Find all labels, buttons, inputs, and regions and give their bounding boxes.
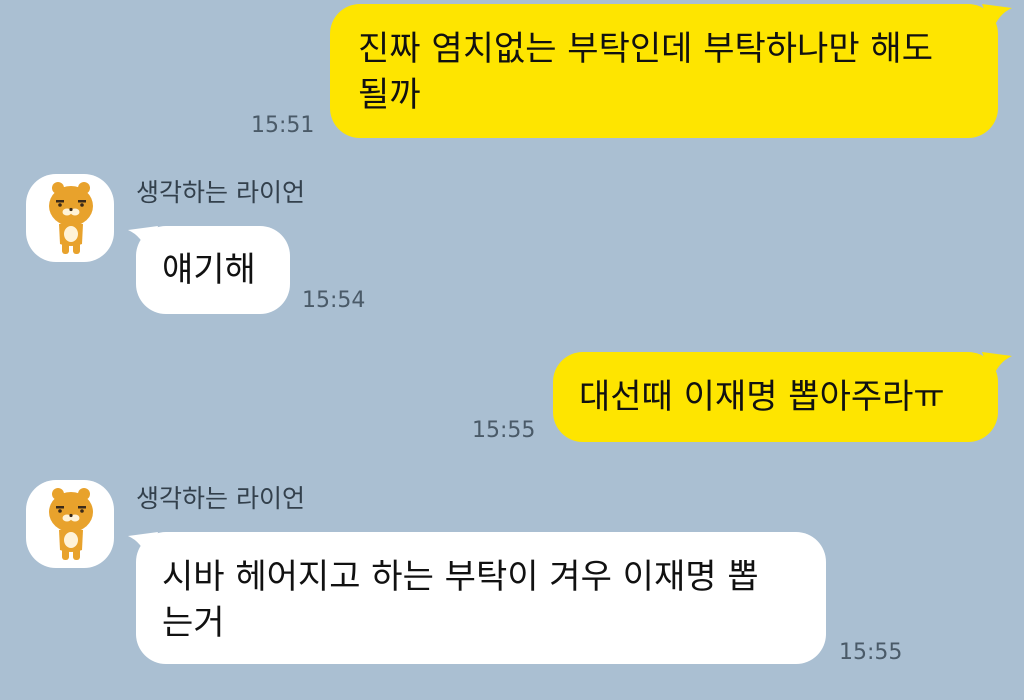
sender-name: 생각하는 라이언 xyxy=(136,484,305,513)
avatar[interactable] xyxy=(26,480,114,568)
chat-screen: { "messages": [ { "direction": "outgoing… xyxy=(0,0,1024,700)
ryan-character-icon xyxy=(49,488,93,560)
message-time: 15:55 xyxy=(839,640,903,665)
message-bubble[interactable]: 시바 헤어지고 하는 부탁이 겨우 이재명 뽑 는거 xyxy=(136,532,826,664)
incoming-message: 생각하는 라이언 시바 헤어지고 하는 부탁이 겨우 이재명 뽑 는거 15:5… xyxy=(0,0,1024,700)
